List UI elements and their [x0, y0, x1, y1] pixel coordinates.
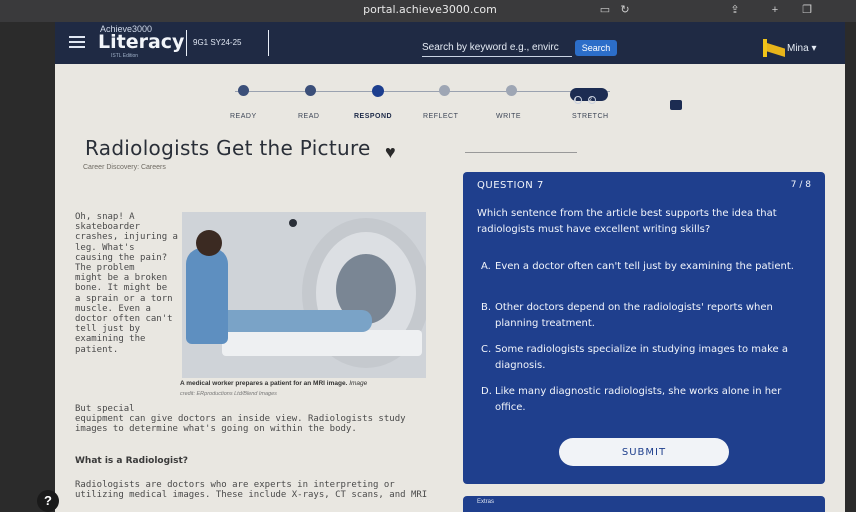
lesson-page: i2 READY READ RESPOND REFLECT WRITE STRE… [37, 64, 845, 512]
step-label-reflect: REFLECT [423, 113, 459, 120]
article-image [182, 212, 426, 378]
address-bar[interactable]: portal.achieve3000.com [330, 2, 530, 18]
image-caption: A medical worker prepares a patient for … [180, 380, 368, 387]
image-credit: credit: ERproductions Ltd/Blend Images [180, 391, 277, 397]
user-name: Mina [787, 43, 809, 54]
extras-panel[interactable]: Extras [463, 496, 825, 512]
article-category: Career Discovery: Careers [83, 164, 166, 171]
choice-text: Some radiologists specialize in studying… [495, 344, 789, 371]
step-dot-read[interactable] [305, 85, 316, 96]
submit-button[interactable]: SUBMIT [559, 438, 729, 466]
step-dot-respond[interactable] [372, 85, 384, 97]
flag-icon[interactable] [763, 39, 785, 57]
share-icon[interactable]: ⇪ [728, 3, 742, 17]
zoom-icon[interactable] [289, 219, 297, 227]
article-title: Radiologists Get the Picture [85, 136, 371, 160]
choice-text: Even a doctor often can't tell just by e… [495, 261, 794, 272]
reader-icon[interactable]: ▭ [598, 3, 612, 17]
question-panel: QUESTION 7 7 / 8 Which sentence from the… [463, 172, 825, 484]
reload-icon[interactable]: ↻ [618, 3, 632, 17]
heart-icon[interactable]: ♥ [385, 143, 403, 161]
brand-edition: ISTL Edition [111, 53, 139, 59]
choice-letter: C. [481, 344, 492, 355]
title-divider [465, 152, 577, 153]
step-dot-ready[interactable] [238, 85, 249, 96]
question-label: QUESTION 7 [477, 180, 544, 191]
extras-label: Extras [477, 499, 495, 505]
progress-track [235, 91, 610, 92]
step-label-read: READ [298, 113, 320, 120]
choice-a[interactable]: A. Even a doctor often can't tell just b… [481, 259, 806, 275]
section-paragraph: Radiologists are doctors who are experts… [75, 480, 428, 501]
hamburger-menu-icon[interactable] [69, 36, 85, 48]
choice-letter: B. [481, 302, 492, 313]
choice-c[interactable]: C. Some radiologists specialize in study… [481, 342, 806, 371]
worker-figure [186, 248, 228, 344]
search-button[interactable]: Search [575, 40, 617, 56]
choice-text: Other doctors depend on the radiologists… [495, 302, 773, 329]
search-input[interactable] [422, 39, 572, 57]
step-dot-write[interactable] [506, 85, 517, 96]
user-menu[interactable]: Mina ▾ [787, 43, 817, 54]
step-label-ready: READY [230, 113, 257, 120]
question-text: Which sentence from the article best sup… [477, 208, 777, 235]
choice-letter: A. [481, 261, 491, 272]
step-label-respond: RESPOND [354, 113, 393, 120]
article-paragraph: But special equipment can give doctors a… [75, 404, 406, 435]
section-heading: What is a Radiologist? [75, 456, 189, 466]
choice-text: Like many diagnostic radiologists, she w… [495, 386, 782, 413]
browser-toolbar: portal.achieve3000.com ▭ ↻ ⇪ + ❐ [0, 0, 856, 22]
brand-logo[interactable]: Literacy [98, 31, 184, 53]
app-header: Achieve3000 Literacy ISTL Edition 9G1 SY… [55, 22, 845, 64]
choice-d[interactable]: D. Like many diagnostic radiologists, sh… [481, 384, 806, 413]
question-counter: 7 / 8 [790, 180, 811, 190]
class-selector[interactable]: 9G1 SY24-25 [186, 30, 269, 56]
step-label-stretch: STRETCH [572, 113, 609, 120]
mri-bed [222, 330, 422, 356]
worker-head [196, 230, 222, 256]
stretch-toggle[interactable]: i2 [570, 88, 608, 104]
new-tab-icon[interactable]: + [768, 3, 782, 17]
print-icon[interactable] [670, 100, 682, 110]
choice-b[interactable]: B. Other doctors depend on the radiologi… [481, 300, 806, 329]
article-intro: Oh, snap! A skateboarder crashes, injuri… [75, 212, 178, 355]
help-icon[interactable]: ? [37, 490, 59, 512]
step-dot-reflect[interactable] [439, 85, 450, 96]
choice-letter: D. [481, 386, 492, 397]
step-label-write: WRITE [496, 113, 522, 120]
tabs-icon[interactable]: ❐ [800, 3, 814, 17]
